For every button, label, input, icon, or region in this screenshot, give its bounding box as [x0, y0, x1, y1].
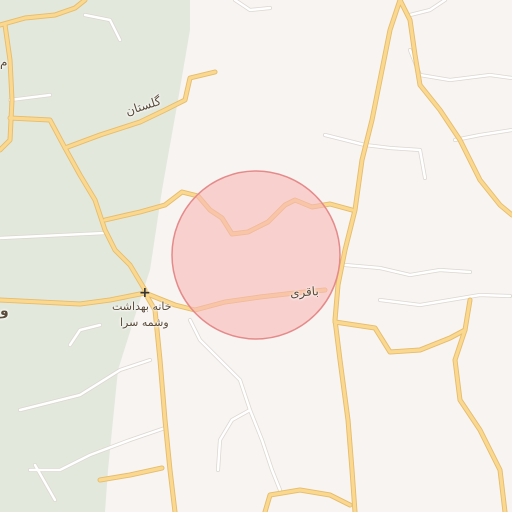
map-canvas[interactable]: گلستان باقری + خانه بهداشت وشمه سرا م و [0, 0, 512, 512]
road-label-baqari: باقری [289, 284, 320, 300]
map-base [0, 0, 512, 512]
health-cross-icon[interactable]: + [139, 286, 151, 300]
edge-label-left-1: م [0, 55, 8, 69]
poi-label-line1: خانه بهداشت [112, 300, 172, 313]
poi-label-line2: وشمه سرا [120, 316, 169, 329]
edge-label-left-2: و [0, 303, 9, 319]
highlight-circle[interactable] [171, 170, 341, 340]
forest-area [0, 0, 190, 512]
